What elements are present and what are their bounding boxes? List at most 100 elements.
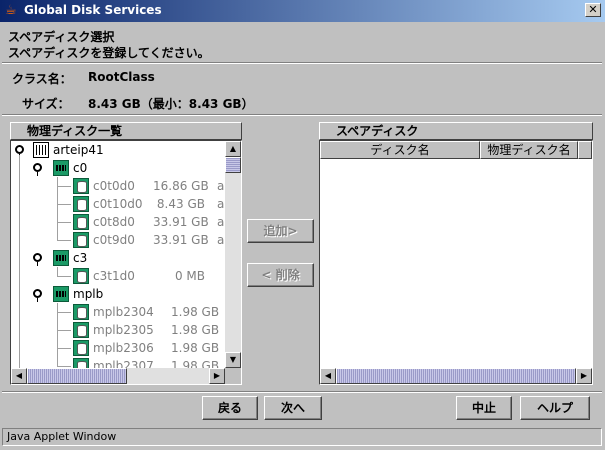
disk-name: c0t10d0 xyxy=(93,197,143,211)
window-title: Global Disk Services xyxy=(24,3,162,17)
tree-node-disk[interactable]: c0t10d0 8.43 GB a xyxy=(11,195,225,213)
disk-name: mplb2306 xyxy=(93,341,154,355)
controller-name: c3 xyxy=(73,251,88,265)
expand-handle-icon[interactable] xyxy=(33,163,42,176)
disk-extra: a xyxy=(217,179,225,193)
scroll-left-icon[interactable]: ◀ xyxy=(11,368,27,384)
scroll-right-icon[interactable]: ▶ xyxy=(209,368,225,384)
add-button[interactable]: 追加> xyxy=(247,219,314,243)
table-horizontal-scrollbar[interactable]: ◀ ▶ xyxy=(320,368,592,384)
disk-size: 33.91 GB xyxy=(153,233,209,247)
disk-size: 16.86 GB xyxy=(153,179,209,193)
scroll-down-icon[interactable]: ▼ xyxy=(225,352,241,368)
controller-name: mplb xyxy=(73,287,104,301)
class-name-value: RootClass xyxy=(88,70,155,84)
disk-size: 33.91 GB xyxy=(153,215,209,229)
tree-connector xyxy=(57,267,58,276)
tree-node-disk[interactable]: c3t1d0 0 MB xyxy=(11,267,225,285)
expand-handle-icon[interactable] xyxy=(33,253,42,266)
size-label: サイズ： xyxy=(22,97,70,111)
disk-size: 1.98 GB xyxy=(171,359,220,368)
tree-vertical-scrollbar[interactable]: ▲ ▼ xyxy=(225,141,241,368)
disk-icon xyxy=(73,268,89,284)
expand-handle-icon[interactable] xyxy=(15,145,24,158)
host-name: arteip41 xyxy=(53,143,104,157)
java-cup-icon: ☕ xyxy=(5,3,17,18)
divider xyxy=(2,114,602,116)
tree-node-disk[interactable]: mplb2306 1.98 GB xyxy=(11,339,225,357)
disk-icon xyxy=(73,340,89,356)
disk-size: 0 MB xyxy=(174,269,205,283)
scroll-corner xyxy=(225,368,241,384)
tree-connector xyxy=(57,348,71,349)
disk-extra: a xyxy=(217,233,225,247)
scroll-left-icon[interactable]: ◀ xyxy=(320,368,336,384)
disk-name: c0t9d0 xyxy=(93,233,135,247)
tree-connector xyxy=(19,155,20,368)
divider xyxy=(2,391,602,393)
disk-extra: a xyxy=(217,197,225,211)
physical-disk-tree[interactable]: arteip41 c0 c0t0d0 16.86 GB a c0t10d0 8.43 GB a… xyxy=(10,140,242,385)
close-button[interactable]: ✕ xyxy=(585,3,601,17)
tree-connector xyxy=(57,222,71,223)
tree-connector xyxy=(57,366,71,367)
step-title: スペアディスク選択 xyxy=(8,30,115,44)
scroll-thumb[interactable] xyxy=(27,368,127,384)
disk-icon xyxy=(73,178,89,194)
disk-name: c0t0d0 xyxy=(93,179,135,193)
scroll-right-icon[interactable]: ▶ xyxy=(576,368,592,384)
tree-node-disk[interactable]: c0t0d0 16.86 GB a xyxy=(11,177,225,195)
disk-icon xyxy=(73,196,89,212)
disk-icon xyxy=(73,214,89,230)
disk-icon xyxy=(73,232,89,248)
disk-icon xyxy=(73,304,89,320)
divider xyxy=(2,62,602,64)
controller-icon xyxy=(53,160,69,176)
disk-name: mplb2304 xyxy=(93,305,154,319)
column-header-physical-disk-name[interactable]: 物理ディスク名 xyxy=(480,141,578,159)
class-name-label: クラス名： xyxy=(12,72,72,86)
cancel-button[interactable]: 中止 xyxy=(456,396,512,420)
help-button[interactable]: ヘルプ xyxy=(520,396,590,420)
title-bar: ☕ Global Disk Services ✕ xyxy=(0,0,605,22)
disk-name: mplb2305 xyxy=(93,323,154,337)
disk-size: 1.98 GB xyxy=(171,341,220,355)
disk-size: 8.43 GB xyxy=(156,197,205,211)
expand-handle-icon[interactable] xyxy=(33,289,42,302)
tree-connector xyxy=(57,240,71,241)
remove-button[interactable]: < 削除 xyxy=(247,263,314,287)
controller-name: c0 xyxy=(73,161,88,175)
controller-icon xyxy=(53,286,69,302)
tree-node-disk[interactable]: mplb2305 1.98 GB xyxy=(11,321,225,339)
tree-node-controller[interactable]: c3 xyxy=(11,249,225,267)
disk-size: 1.98 GB xyxy=(171,305,220,319)
tree-horizontal-scrollbar[interactable]: ◀ ▶ xyxy=(11,368,225,384)
disk-icon xyxy=(73,358,89,368)
controller-icon xyxy=(53,250,69,266)
column-header-disk-name[interactable]: ディスク名 xyxy=(320,141,480,159)
tree-node-host[interactable]: arteip41 xyxy=(11,141,225,159)
back-button[interactable]: 戻る xyxy=(202,396,258,420)
scroll-thumb[interactable] xyxy=(225,157,241,173)
tree-connector xyxy=(57,204,71,205)
disk-extra: a xyxy=(217,215,225,229)
size-value: 8.43 GB（最小：8.43 GB） xyxy=(88,97,254,111)
tree-connector xyxy=(57,330,71,331)
tree-node-disk[interactable]: c0t9d0 33.91 GB a xyxy=(11,231,225,249)
spare-disk-table[interactable]: ディスク名 物理ディスク名 ◀ ▶ xyxy=(319,140,593,385)
column-header-filler xyxy=(578,141,592,159)
tree-node-disk[interactable]: c0t8d0 33.91 GB a xyxy=(11,213,225,231)
scroll-up-icon[interactable]: ▲ xyxy=(225,141,241,157)
host-icon xyxy=(33,142,49,158)
tree-node-disk[interactable]: mplb2307 1.98 GB xyxy=(11,357,225,368)
tree-node-controller[interactable]: mplb xyxy=(11,285,225,303)
scroll-thumb[interactable] xyxy=(336,368,576,384)
tree-node-controller[interactable]: c0 xyxy=(11,159,225,177)
tree-node-disk[interactable]: mplb2304 1.98 GB xyxy=(11,303,225,321)
next-button[interactable]: 次へ xyxy=(264,396,322,420)
physical-disk-list-header: 物理ディスク一覧 xyxy=(10,122,242,140)
tree-connector xyxy=(57,312,71,313)
tree-connector xyxy=(57,177,58,240)
disk-name: c3t1d0 xyxy=(93,269,135,283)
disk-name: mplb2307 xyxy=(93,359,154,368)
